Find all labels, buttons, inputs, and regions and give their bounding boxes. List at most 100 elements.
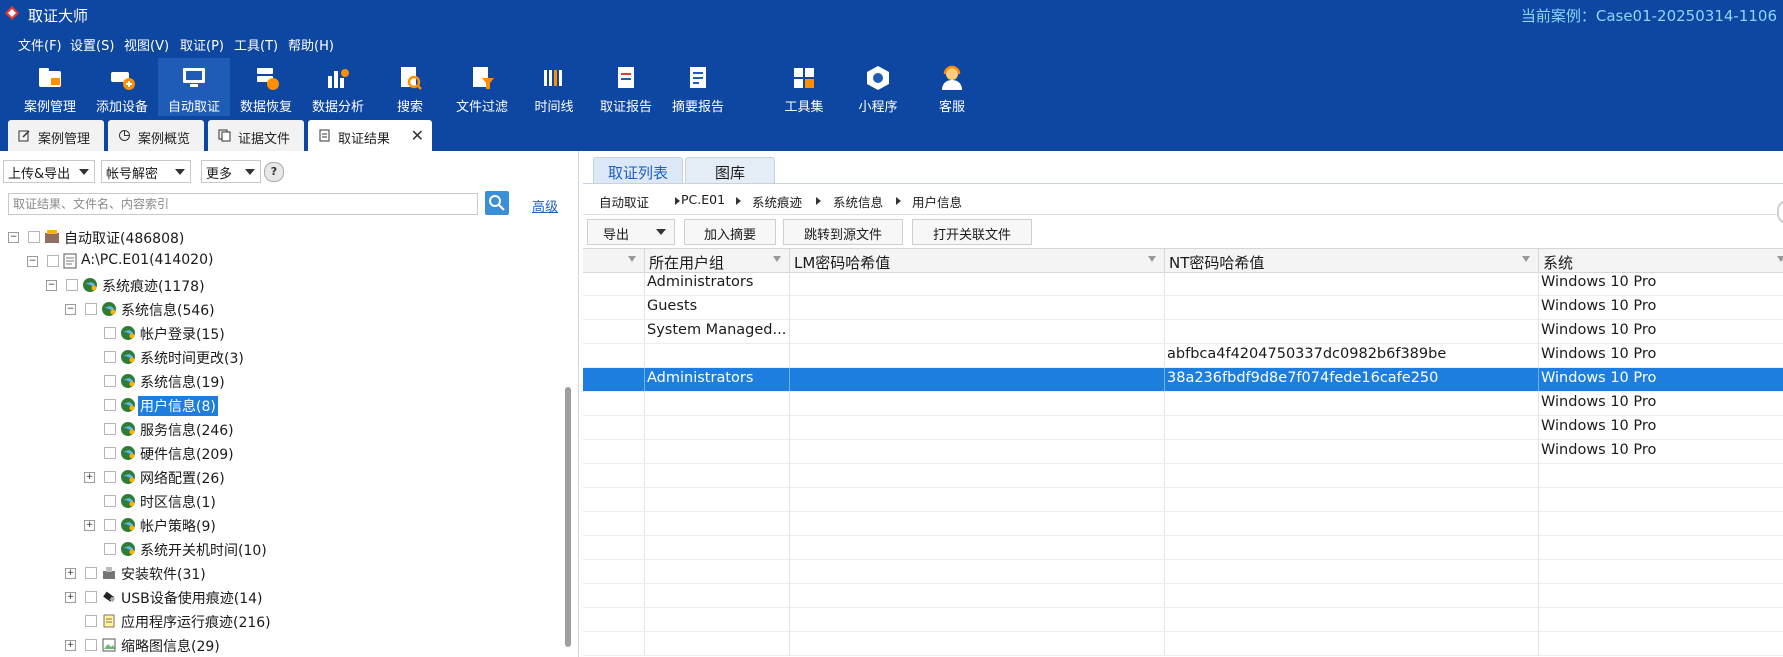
column-header-lm-hash[interactable]: LM密码哈希值 [790,249,1165,272]
table-row[interactable] [583,584,1783,608]
table-row[interactable]: Administrators 38a236fbdf9d8e7f074fede16c… [583,368,1783,392]
tree-checkbox[interactable] [85,591,97,603]
tab-case-management[interactable]: 案例管理 [8,120,104,151]
table-row[interactable] [583,560,1783,584]
toolbar-timeline[interactable]: 时间线 [518,58,590,116]
table-row[interactable] [583,536,1783,560]
expand-icon[interactable]: + [84,472,95,483]
add-to-summary-button[interactable]: 加入摘要 [684,219,776,245]
tree-checkbox[interactable] [85,303,97,315]
advanced-search-link[interactable]: 高级 [532,196,558,215]
collapse-icon[interactable]: − [8,232,19,243]
more-dropdown[interactable]: 更多 [201,160,261,183]
globe-icon [120,445,136,465]
help-icon[interactable]: ? [264,162,284,182]
filter-icon[interactable] [1777,256,1783,262]
collapse-icon[interactable]: − [46,280,57,291]
filter-icon[interactable] [1148,256,1156,262]
tree-checkbox[interactable] [47,255,59,267]
collapse-icon[interactable]: − [27,256,38,267]
toolbar-auto-forensics[interactable]: 自动取证 [158,58,230,116]
filter-icon[interactable] [628,256,636,262]
upload-export-dropdown[interactable]: 上传&导出 [3,160,95,183]
table-row[interactable] [583,464,1783,488]
toolbar-toolkit[interactable]: 工具集 [768,58,840,116]
expand-icon[interactable]: + [65,640,76,651]
tab-evidence-list[interactable]: 取证列表 [593,157,683,184]
tree-checkbox[interactable] [104,327,116,339]
filter-icon[interactable] [773,256,781,262]
menu-help[interactable]: 帮助(H) [288,35,334,54]
menu-tools[interactable]: 工具(T) [234,35,278,54]
menu-forensics[interactable]: 取证(P) [180,35,224,54]
collapse-icon[interactable]: − [65,304,76,315]
tree-checkbox[interactable] [104,471,116,483]
breadcrumb-item[interactable]: PC.E01 [681,192,725,207]
tree-checkbox[interactable] [104,375,116,387]
filter-icon[interactable] [1522,256,1530,262]
table-row[interactable]: Windows 10 Pro [583,440,1783,464]
toolbar-summary-report[interactable]: 摘要报告 [662,58,734,116]
expand-icon[interactable]: + [65,592,76,603]
toolbar-add-device[interactable]: 添加设备 [86,58,158,116]
table-row[interactable] [583,512,1783,536]
table-cell: Windows 10 Pro [1539,416,1783,439]
table-row[interactable]: Windows 10 Pro [583,392,1783,416]
toolbar-mini-program[interactable]: 小程序 [842,58,914,116]
tree-checkbox[interactable] [66,279,78,291]
table-row[interactable] [583,488,1783,512]
breadcrumb-item[interactable]: 自动取证 [599,192,649,211]
column-header-user-group[interactable]: 所在用户组 [645,249,790,272]
column-header[interactable] [583,249,645,272]
toolbar-customer-service[interactable]: 客服 [916,58,988,116]
tree-checkbox[interactable] [104,399,116,411]
table-row[interactable]: System Managed... Windows 10 Pro [583,320,1783,344]
tab-forensic-results[interactable]: 取证结果 ✕ [308,120,432,151]
table-row[interactable]: Windows 10 Pro [583,416,1783,440]
expand-icon[interactable]: + [84,520,95,531]
tree-checkbox[interactable] [104,543,116,555]
table-row[interactable]: Administrators Windows 10 Pro [583,272,1783,296]
close-tab-icon[interactable]: ✕ [411,126,424,145]
thumbnail-icon [101,637,117,657]
toolbar-case-management[interactable]: 案例管理 [14,58,86,116]
toolbar-file-filter[interactable]: 文件过滤 [446,58,518,116]
menu-file[interactable]: 文件(F) [18,35,62,54]
table-row[interactable]: abfbca4f4204750337dc0982b6f389be Windows … [583,344,1783,368]
toolbar-data-analysis[interactable]: 数据分析 [302,58,374,116]
table-row[interactable]: Guests Windows 10 Pro [583,296,1783,320]
menu-view[interactable]: 视图(V) [124,35,169,54]
table-row[interactable] [583,608,1783,632]
export-button[interactable]: 导出 [587,219,675,245]
tree-checkbox[interactable] [104,495,116,507]
tree-checkbox[interactable] [85,639,97,651]
toolbar-data-recovery[interactable]: 数据恢复 [230,58,302,116]
tree-checkbox[interactable] [104,423,116,435]
search-button[interactable] [485,191,509,215]
tree-checkbox[interactable] [104,351,116,363]
table-row[interactable] [583,632,1783,656]
tree-checkbox[interactable] [85,567,97,579]
tree-scrollbar[interactable] [565,387,571,647]
tree-checkbox[interactable] [28,231,40,243]
toolbar-search[interactable]: 搜索 [374,58,446,116]
column-header-system[interactable]: 系统 [1539,249,1783,272]
toolbar-forensic-report[interactable]: 取证报告 [590,58,662,116]
breadcrumb-item[interactable]: 用户信息 [912,192,962,211]
account-decrypt-dropdown[interactable]: 帐号解密 [101,160,191,183]
search-input[interactable] [8,193,478,215]
tab-gallery[interactable]: 图库 [685,157,775,184]
expand-icon[interactable]: + [65,568,76,579]
breadcrumb-item[interactable]: 系统信息 [833,192,883,211]
open-related-file-button[interactable]: 打开关联文件 [912,219,1032,245]
breadcrumb-item[interactable]: 系统痕迹 [752,192,802,211]
tree-checkbox[interactable] [104,519,116,531]
tab-case-overview[interactable]: 案例概览 [108,120,204,151]
column-header-nt-hash[interactable]: NT密码哈希值 [1165,249,1539,272]
jump-to-source-button[interactable]: 跳转到源文件 [783,219,903,245]
menu-settings[interactable]: 设置(S) [70,35,114,54]
tab-evidence-files[interactable]: 证据文件 [208,120,304,151]
tree-checkbox[interactable] [85,615,97,627]
tree-checkbox[interactable] [104,447,116,459]
table-cell [645,632,790,655]
